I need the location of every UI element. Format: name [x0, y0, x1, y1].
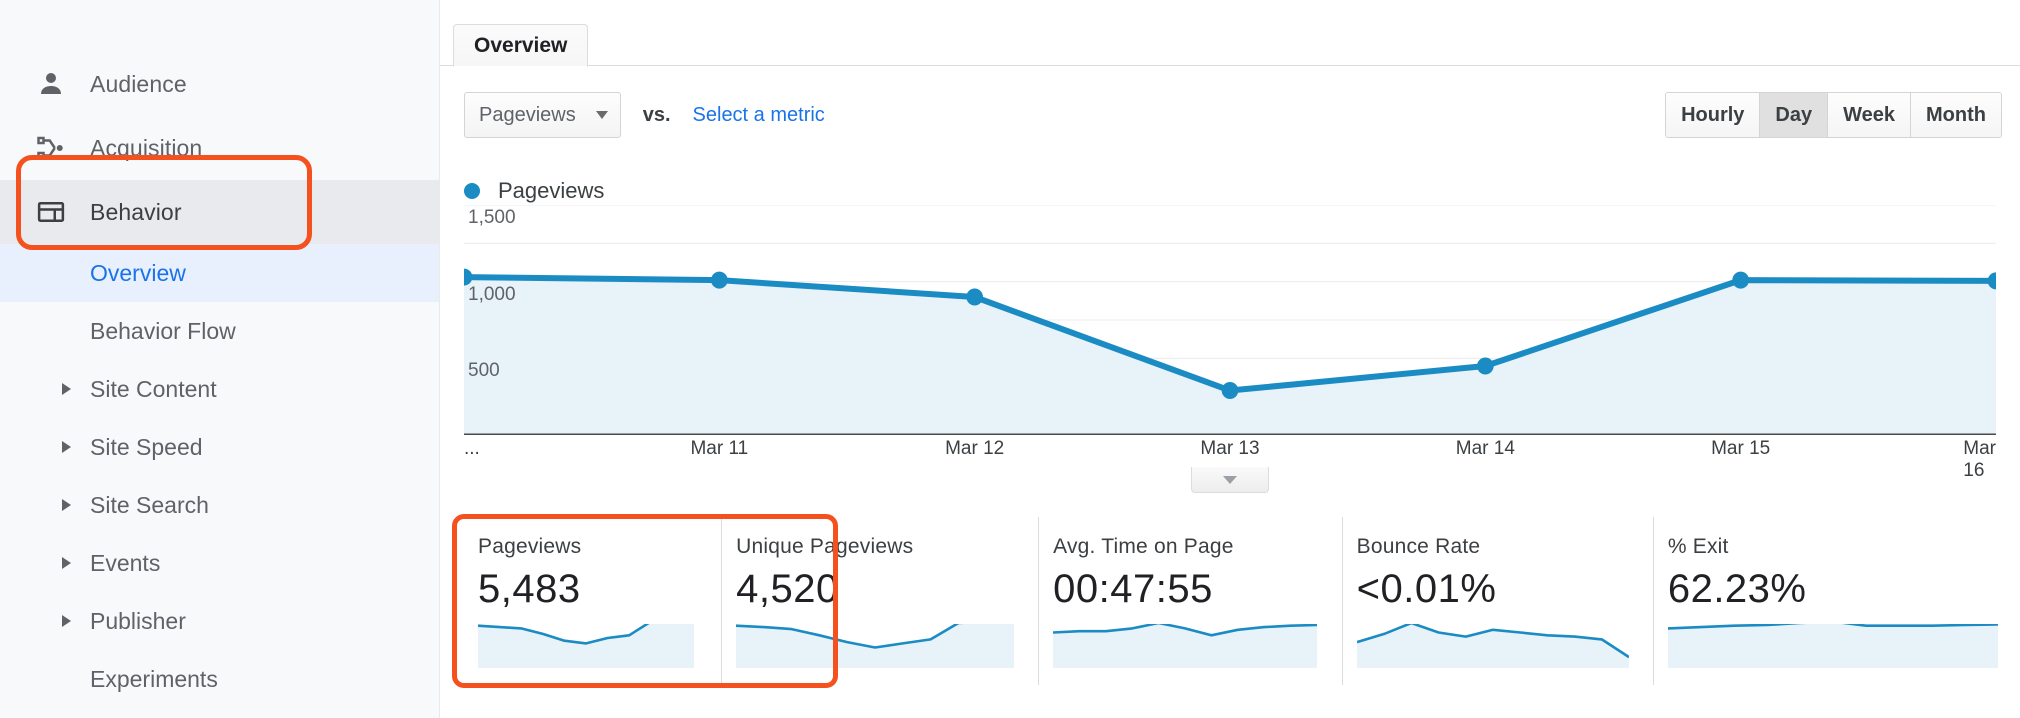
- sidebar-item-publisher[interactable]: Publisher: [0, 592, 439, 650]
- primary-metric-value: Pageviews: [479, 103, 576, 126]
- chart-collapse-button[interactable]: [1191, 467, 1269, 493]
- sidebar-item-label: Audience: [90, 70, 187, 97]
- chart-plot-area: [464, 205, 1996, 435]
- primary-metric-select[interactable]: Pageviews: [464, 92, 621, 138]
- chart-x-tick-label: Mar 15: [1711, 438, 1771, 459]
- acquisition-icon: [34, 131, 68, 165]
- sidebar-item-label: Behavior: [90, 198, 182, 225]
- chart-x-tick-label: Mar 16: [1963, 438, 1996, 481]
- sidebar-item-acquisition[interactable]: Acquisition: [0, 116, 439, 180]
- sidebar-sub-label: Site Search: [90, 491, 209, 518]
- expand-caret-icon: [62, 557, 71, 569]
- expand-caret-icon: [62, 615, 71, 627]
- summary-metric-sparkline: [1356, 624, 1629, 668]
- granularity-day-button[interactable]: Day: [1760, 93, 1829, 137]
- sidebar-item-experiments[interactable]: Experiments: [0, 650, 439, 708]
- sidebar-sub-label: Behavior Flow: [90, 317, 236, 344]
- sidebar-item-site-search[interactable]: Site Search: [0, 476, 439, 534]
- expand-caret-icon: [62, 383, 71, 395]
- summary-metric-card[interactable]: Unique Pageviews 4,520: [721, 517, 1038, 685]
- chevron-down-icon: [1223, 475, 1237, 484]
- sidebar-item-behavior[interactable]: Behavior: [0, 180, 439, 244]
- summary-metric-sparkline: [478, 624, 694, 668]
- summary-metrics-row: Pageviews 5,483 Unique Pageviews 4,520 Avg. …: [464, 517, 2020, 685]
- sidebar-item-audience[interactable]: Audience: [0, 52, 439, 116]
- summary-metric-title: Avg. Time on Page: [1053, 535, 1234, 558]
- summary-metric-card[interactable]: % Exit 62.23%: [1652, 517, 2020, 685]
- legend-color-dot: [464, 183, 480, 199]
- sidebar-item-overview[interactable]: Overview: [0, 244, 439, 302]
- chart-x-tick-label: Mar 12: [945, 438, 1005, 459]
- main-content: Overview Pageviews vs. Select a metric H…: [440, 0, 2020, 718]
- chart-legend: Pageviews: [464, 178, 604, 204]
- expand-caret-icon: [62, 441, 71, 453]
- summary-metric-title: Pageviews: [478, 535, 582, 558]
- summary-metric-value: 5,483: [478, 567, 581, 611]
- summary-metric-title: Unique Pageviews: [736, 535, 914, 558]
- sidebar-item-site-content[interactable]: Site Content: [0, 360, 439, 418]
- summary-metric-card[interactable]: Bounce Rate <0.01%: [1341, 517, 1653, 685]
- time-granularity-group: Hourly Day Week Month: [1665, 92, 2002, 138]
- select-a-metric-link[interactable]: Select a metric: [693, 104, 825, 127]
- left-sidebar-nav: Audience Acquisition Behavior Overview B…: [0, 0, 440, 718]
- granularity-label: Day: [1775, 103, 1813, 126]
- sidebar-sub-label: Experiments: [90, 665, 218, 692]
- granularity-month-button[interactable]: Month: [1911, 93, 2001, 137]
- granularity-label: Week: [1843, 103, 1896, 126]
- analytics-behavior-overview-page: Audience Acquisition Behavior Overview B…: [0, 0, 2020, 718]
- summary-metric-value: 4,520: [736, 567, 839, 611]
- person-icon: [34, 67, 68, 101]
- summary-metric-sparkline: [1053, 624, 1318, 668]
- sidebar-sub-label: Overview: [90, 259, 186, 286]
- chart-x-tick-label: Mar 14: [1455, 438, 1515, 459]
- sidebar-item-events[interactable]: Events: [0, 534, 439, 592]
- chevron-down-icon: [595, 111, 608, 119]
- chart-x-tick-label: ...: [464, 438, 480, 459]
- expand-caret-icon: [62, 499, 71, 511]
- summary-metric-card[interactable]: Avg. Time on Page 00:47:55: [1038, 517, 1341, 685]
- sidebar-sub-label: Publisher: [90, 607, 186, 634]
- granularity-label: Month: [1926, 103, 1986, 126]
- sidebar-sub-label: Site Content: [90, 375, 217, 402]
- chart-x-tick-label: Mar 11: [690, 438, 749, 459]
- metric-selector-row: Pageviews vs. Select a metric: [464, 92, 825, 138]
- chart-x-axis: ... Mar 11 Mar 12 Mar 13 Mar 14 Mar 15 Mar 16: [464, 438, 1996, 481]
- sidebar-sub-label: Site Speed: [90, 433, 203, 460]
- legend-series-label: Pageviews: [498, 178, 605, 203]
- vs-label: vs.: [642, 103, 671, 126]
- summary-metric-card[interactable]: Pageviews 5,483: [464, 517, 721, 685]
- chart-x-tick-label: Mar 13: [1200, 438, 1260, 459]
- summary-metric-sparkline: [736, 624, 1015, 668]
- granularity-week-button[interactable]: Week: [1828, 93, 1912, 137]
- sidebar-item-site-speed[interactable]: Site Speed: [0, 418, 439, 476]
- sidebar-item-behavior-flow[interactable]: Behavior Flow: [0, 302, 439, 360]
- granularity-hourly-button[interactable]: Hourly: [1666, 93, 1761, 137]
- summary-metric-sparkline: [1667, 624, 1998, 668]
- sidebar-sub-label: Events: [90, 549, 161, 576]
- summary-metric-value: <0.01%: [1356, 567, 1497, 611]
- granularity-label: Hourly: [1681, 103, 1745, 126]
- tab-overview[interactable]: Overview: [453, 24, 589, 67]
- tab-label: Overview: [474, 33, 568, 57]
- sidebar-item-label: Acquisition: [90, 134, 203, 161]
- summary-metric-title: Bounce Rate: [1356, 535, 1481, 558]
- summary-metric-value: 00:47:55: [1053, 567, 1213, 611]
- summary-metric-title: % Exit: [1667, 535, 1729, 558]
- summary-metric-value: 62.23%: [1667, 567, 1807, 611]
- pageviews-line-chart[interactable]: 500 1,000 1,500: [464, 205, 1996, 435]
- behavior-icon: [34, 195, 68, 229]
- tab-strip: Overview: [440, 24, 2020, 67]
